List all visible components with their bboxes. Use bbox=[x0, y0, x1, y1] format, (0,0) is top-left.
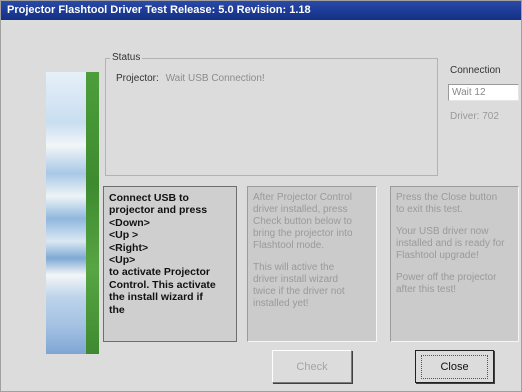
driver-ready-text: Your USB driver now installed and is rea… bbox=[396, 226, 505, 261]
instruction-panel-active: Connect USB to projector and press <Down… bbox=[103, 186, 237, 342]
connection-field[interactable] bbox=[448, 84, 519, 101]
close-button[interactable]: Close bbox=[415, 350, 494, 383]
close-instruction-text: Press the Close button to exit this test… bbox=[396, 192, 498, 215]
landscape-image bbox=[46, 72, 99, 354]
driver-version-text: Driver: 702 bbox=[450, 111, 499, 122]
title-bar[interactable]: Projector Flashtool Driver Test Release:… bbox=[1, 1, 521, 20]
status-legend: Status bbox=[110, 52, 143, 63]
grass-strip bbox=[86, 72, 99, 354]
close-button-label: Close bbox=[421, 354, 488, 379]
status-group: Status Projector: Wait USB Connection! bbox=[105, 52, 438, 176]
check-warning-text: This will active the driver install wiza… bbox=[253, 262, 345, 309]
instruction-panel-check: After Projector Control driver installed… bbox=[247, 186, 377, 342]
projector-label: Projector: bbox=[116, 73, 159, 84]
power-off-text: Power off the projector after this test! bbox=[396, 272, 497, 295]
app-window: Projector Flashtool Driver Test Release:… bbox=[0, 0, 522, 392]
instruction-panel-close: Press the Close button to exit this test… bbox=[390, 186, 519, 342]
check-instruction-text: After Projector Control driver installed… bbox=[253, 192, 353, 251]
check-button[interactable]: Check bbox=[272, 350, 352, 383]
projector-status-row: Projector: Wait USB Connection! bbox=[116, 73, 265, 84]
projector-status-value: Wait USB Connection! bbox=[165, 73, 265, 84]
connection-label: Connection bbox=[450, 65, 501, 76]
instruction-text: Connect USB to projector and press <Down… bbox=[109, 192, 216, 316]
